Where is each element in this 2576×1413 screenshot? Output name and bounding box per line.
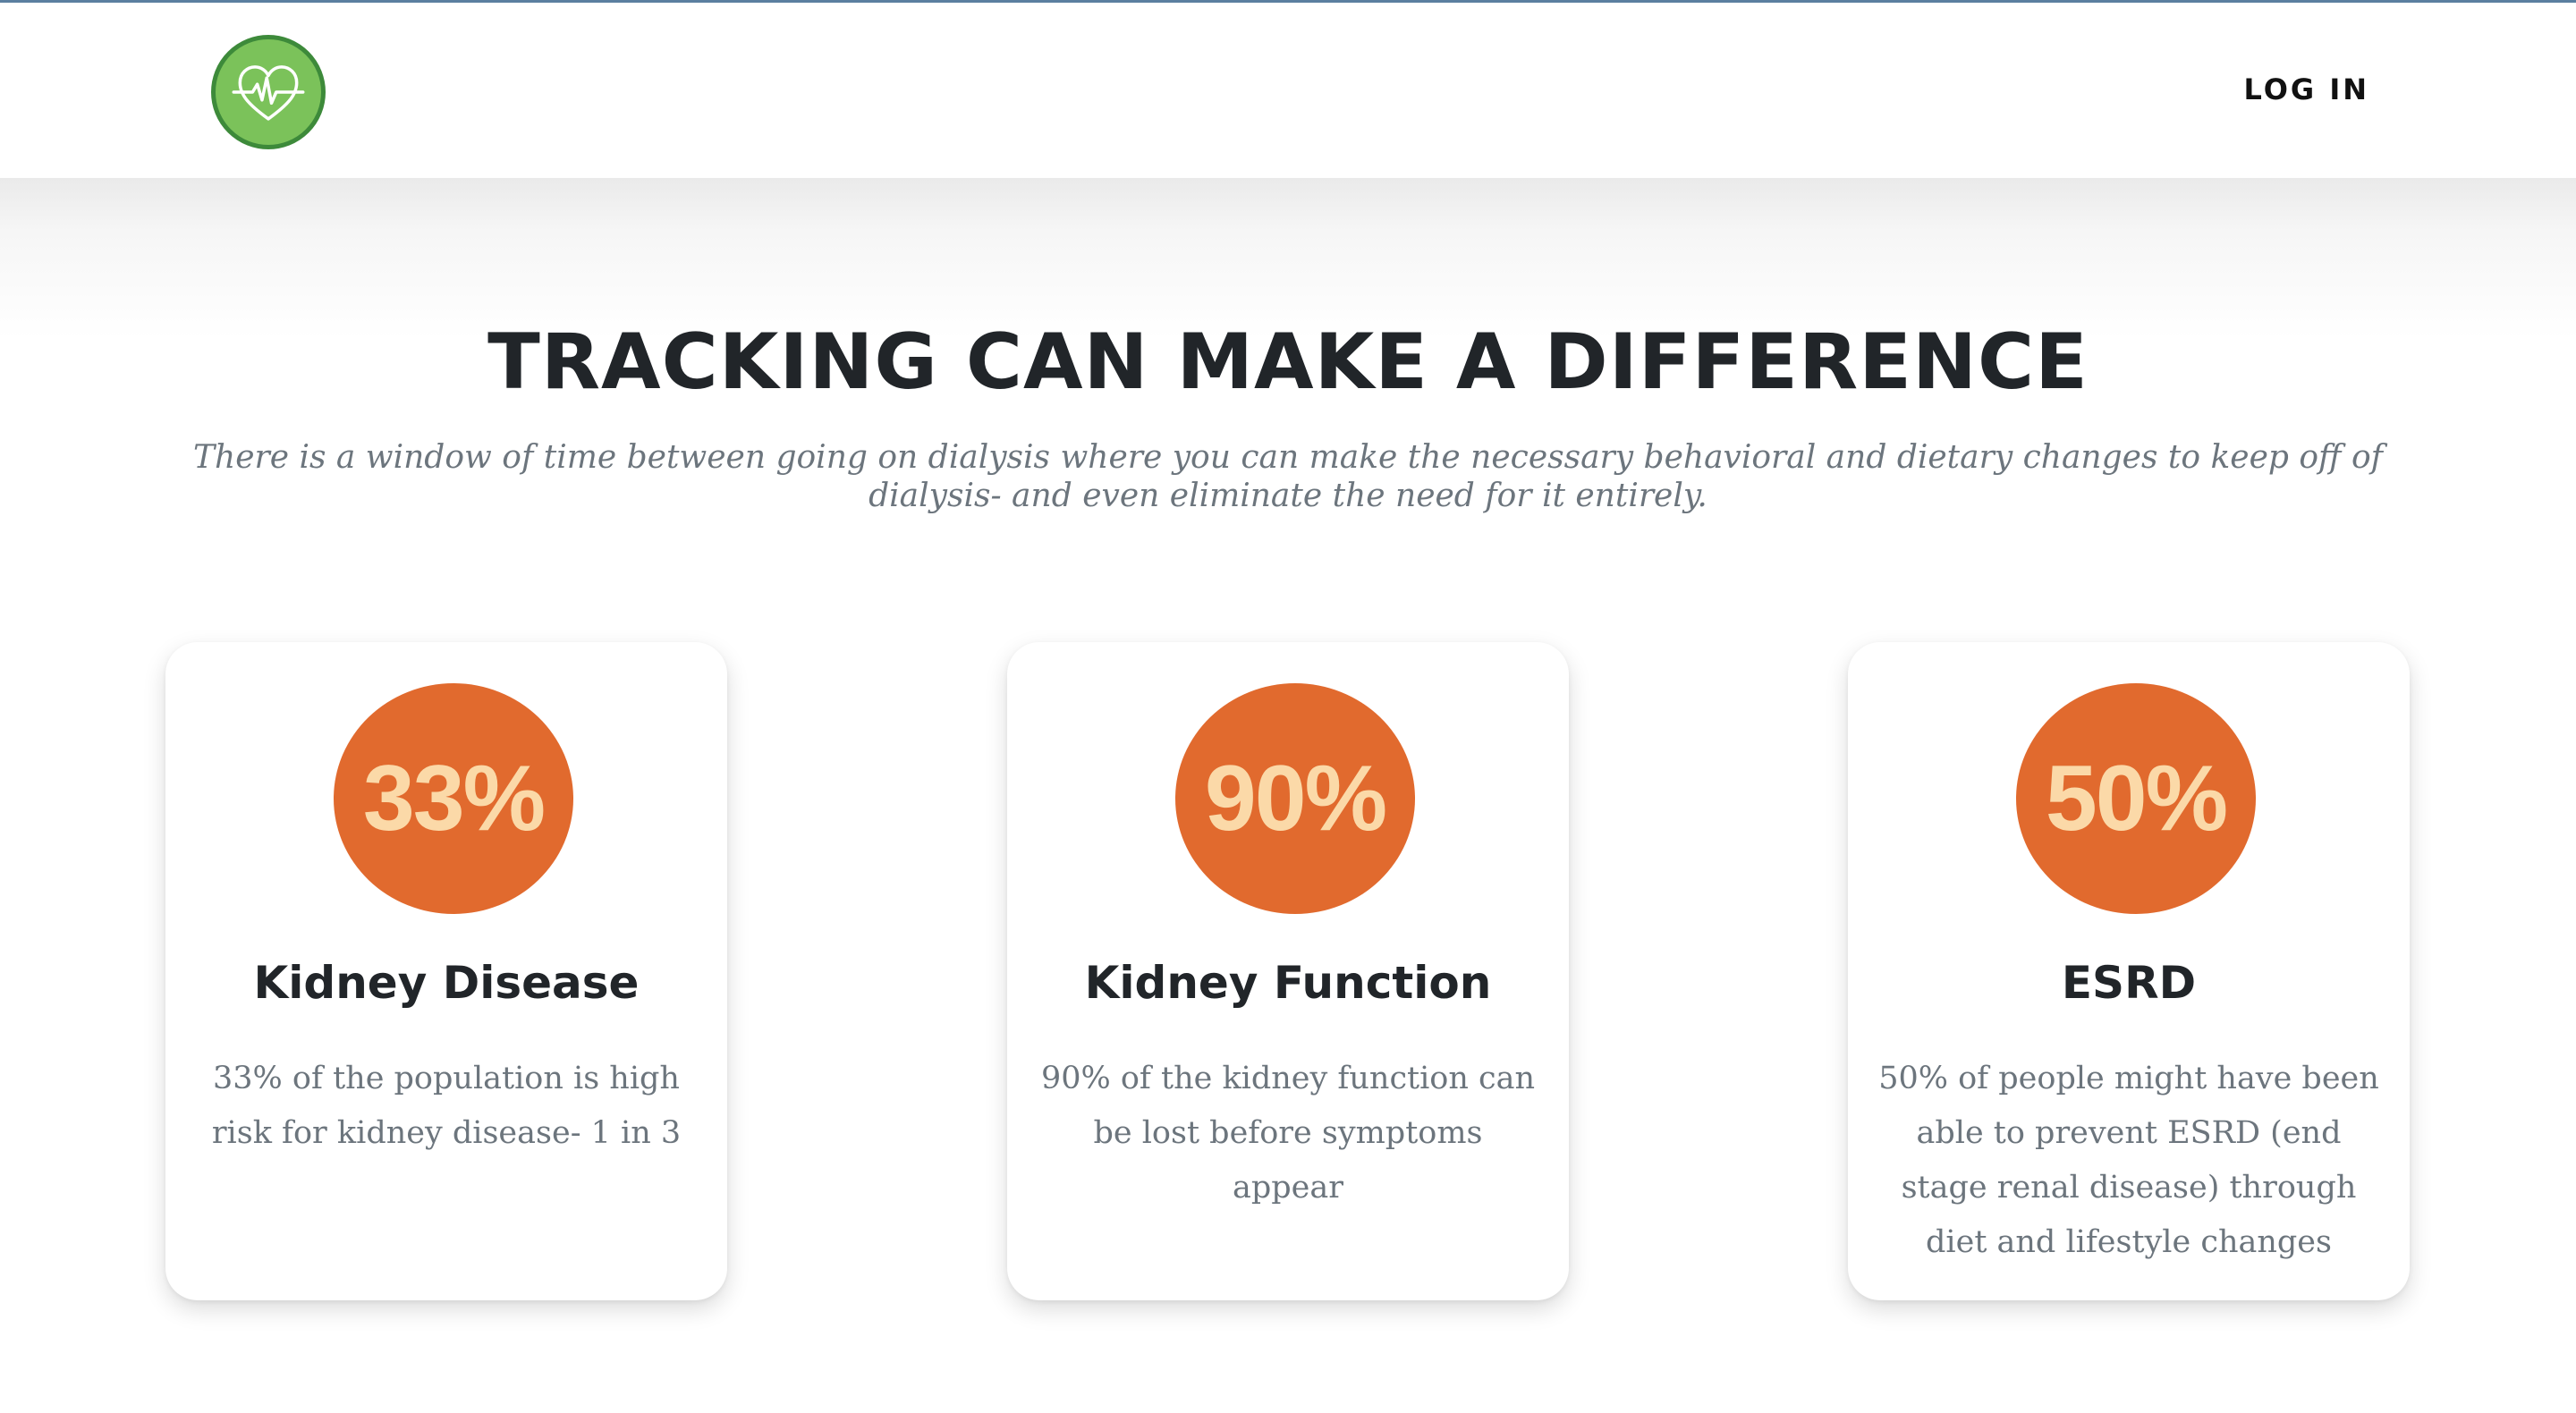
card-text: 50% of people might have been able to pr… xyxy=(1878,1061,2379,1260)
stat-card-kidney-function: 90% Kidney Function 90% of the kidney fu… xyxy=(1007,642,1569,1300)
stat-value: 90% xyxy=(1204,746,1387,850)
logo[interactable] xyxy=(211,35,326,149)
card-title: Kidney Disease xyxy=(253,957,640,1009)
stat-value: 33% xyxy=(362,746,546,850)
card-title: Kidney Function xyxy=(1084,957,1492,1009)
stat-circle: 33% xyxy=(334,683,573,914)
card-text: 90% of the kidney function can be lost b… xyxy=(1040,1061,1536,1206)
heart-pulse-icon xyxy=(232,65,305,121)
stat-circle: 90% xyxy=(1175,683,1415,914)
stat-value: 50% xyxy=(2045,746,2228,850)
page-title: TRACKING CAN MAKE A DIFFERENCE xyxy=(487,317,2089,407)
card-title: ESRD xyxy=(2061,957,2197,1009)
stat-card-esrd: 50% ESRD 50% of people might have been a… xyxy=(1848,642,2410,1300)
navbar: LOG IN xyxy=(0,3,2576,178)
stat-circle: 50% xyxy=(2016,683,2256,914)
login-link[interactable]: LOG IN xyxy=(2243,72,2369,106)
stat-card-kidney-disease: 33% Kidney Disease 33% of the population… xyxy=(165,642,727,1300)
page-subtitle: There is a window of time between going … xyxy=(193,439,2383,514)
card-text: 33% of the population is high risk for k… xyxy=(211,1061,682,1151)
